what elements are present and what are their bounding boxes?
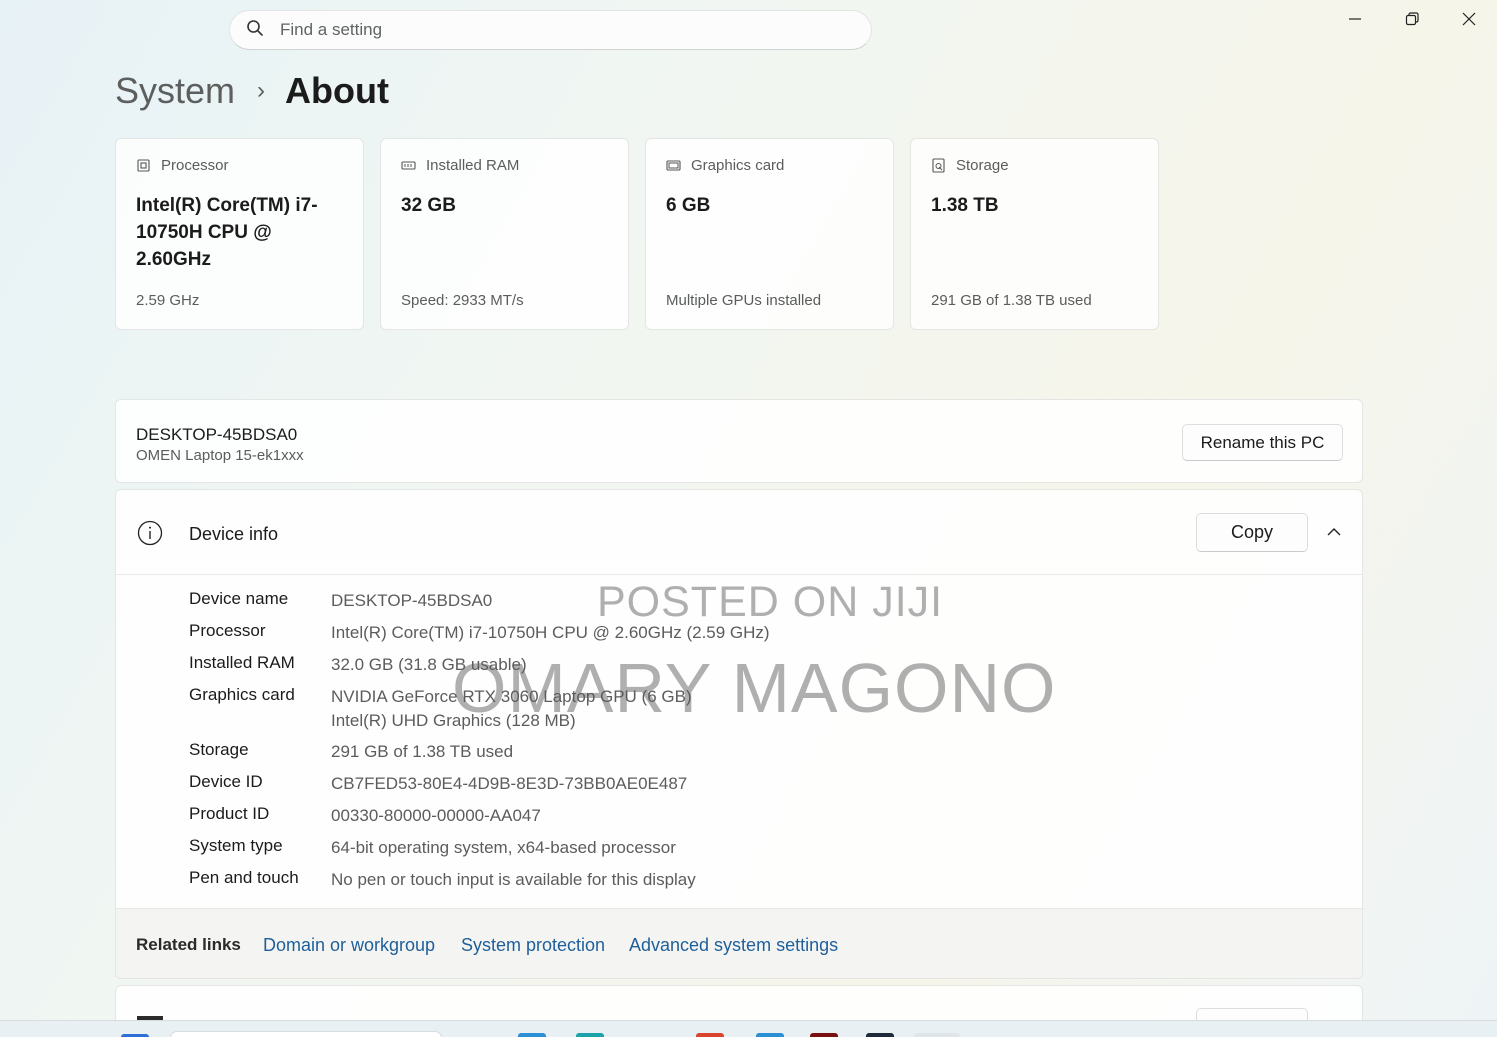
domain-workgroup-link[interactable]: Domain or workgroup — [263, 935, 435, 956]
processor-card-sub: 2.59 GHz — [136, 292, 200, 309]
graphics-card-title: Graphics card — [691, 157, 785, 174]
search-icon — [246, 19, 264, 42]
close-button[interactable] — [1440, 0, 1497, 38]
graphics-card-icon — [666, 160, 681, 171]
minimize-button[interactable] — [1326, 0, 1383, 38]
breadcrumb-separator: › — [257, 77, 266, 104]
device-info-row: Graphics card NVIDIA GeForce RTX 3060 La… — [189, 685, 692, 733]
ram-card: Installed RAM 32 GB Speed: 2933 MT/s — [380, 138, 629, 330]
row-value: 291 GB of 1.38 TB used — [331, 742, 514, 761]
ram-card-sub: Speed: 2933 MT/s — [401, 292, 524, 309]
app-icon[interactable] — [756, 1033, 784, 1037]
row-key: Product ID — [189, 804, 270, 823]
restore-icon — [1405, 12, 1419, 26]
row-key: System type — [189, 836, 283, 855]
pc-model: OMEN Laptop 15-ek1xxx — [136, 447, 304, 464]
minimize-icon — [1348, 18, 1361, 20]
processor-card: Processor Intel(R) Core(TM) i7-10750H CP… — [115, 138, 364, 330]
device-info-row: Product ID 00330-80000-00000-AA047 — [189, 804, 541, 828]
app-icon[interactable] — [518, 1033, 546, 1037]
restore-button[interactable] — [1383, 0, 1440, 38]
row-value: 64-bit operating system, x64-based proce… — [331, 838, 676, 857]
storage-icon — [932, 158, 945, 173]
storage-card-sub: 291 GB of 1.38 TB used — [931, 292, 1092, 309]
device-info-row: System type 64-bit operating system, x64… — [189, 836, 676, 860]
ram-icon — [401, 161, 416, 170]
storage-card: Storage 1.38 TB 291 GB of 1.38 TB used — [910, 138, 1159, 330]
row-key: Pen and touch — [189, 868, 299, 887]
row-value: 32.0 GB (31.8 GB usable) — [331, 655, 527, 674]
graphics-card-value: 6 GB — [666, 195, 711, 216]
row-value: No pen or touch input is available for t… — [331, 870, 696, 889]
system-protection-link[interactable]: System protection — [461, 935, 605, 956]
processor-card-title: Processor — [161, 157, 229, 174]
device-info-row: Device ID CB7FED53-80E4-4D9B-8E3D-73BB0A… — [189, 772, 687, 796]
device-info-card: Device info Copy Device name DESKTOP-45B… — [115, 489, 1363, 979]
row-value: CB7FED53-80E4-4D9B-8E3D-73BB0AE0E487 — [331, 774, 688, 793]
breadcrumb: System › About — [115, 70, 389, 112]
row-key: Device ID — [189, 772, 263, 791]
row-key: Installed RAM — [189, 653, 295, 672]
device-info-title: Device info — [189, 524, 279, 544]
taskbar-search[interactable] — [170, 1031, 442, 1037]
row-value: Intel(R) Core(TM) i7-10750H CPU @ 2.60GH… — [331, 623, 770, 642]
ram-card-title: Installed RAM — [426, 157, 520, 174]
rename-pc-button[interactable]: Rename this PC — [1182, 424, 1343, 461]
breadcrumb-system[interactable]: System — [115, 70, 235, 112]
close-icon — [1462, 12, 1475, 26]
processor-card-value: Intel(R) Core(TM) i7-10750H CPU @ 2.60GH… — [136, 195, 318, 270]
storage-card-value: 1.38 TB — [931, 195, 999, 216]
graphics-card: Graphics card 6 GB Multiple GPUs install… — [645, 138, 894, 330]
copy-button[interactable]: Copy — [1196, 513, 1308, 552]
pc-name-card: DESKTOP-45BDSA0 OMEN Laptop 15-ek1xxx Re… — [115, 399, 1363, 483]
search-input[interactable]: Find a setting — [280, 20, 382, 40]
taskbar — [0, 1020, 1497, 1037]
advanced-system-settings-link[interactable]: Advanced system settings — [629, 935, 838, 956]
related-links: Related links Domain or workgroup System… — [116, 908, 1362, 978]
page-title: About — [285, 70, 389, 111]
row-key: Storage — [189, 740, 249, 759]
search-box[interactable]: Find a setting — [229, 10, 872, 50]
settings-app-icon[interactable] — [914, 1033, 960, 1037]
related-links-label: Related links — [136, 935, 241, 954]
device-info-row: Storage 291 GB of 1.38 TB used — [189, 740, 513, 764]
device-info-row: Installed RAM 32.0 GB (31.8 GB usable) — [189, 653, 527, 677]
info-icon — [137, 520, 163, 546]
row-key: Device name — [189, 589, 289, 608]
chevron-up-icon[interactable] — [1326, 525, 1342, 539]
row-value: DESKTOP-45BDSA0 — [331, 591, 493, 610]
pc-name: DESKTOP-45BDSA0 — [136, 425, 298, 444]
row-value: NVIDIA GeForce RTX 3060 Laptop GPU (6 GB… — [331, 687, 692, 706]
app-icon[interactable] — [576, 1033, 604, 1037]
row-value-secondary: Intel(R) UHD Graphics (128 MB) — [331, 711, 576, 730]
ram-card-value: 32 GB — [401, 195, 456, 216]
device-info-row: Device name DESKTOP-45BDSA0 — [189, 589, 492, 613]
row-value: 00330-80000-00000-AA047 — [331, 806, 541, 825]
app-icon[interactable] — [866, 1033, 894, 1037]
row-key: Processor — [189, 621, 266, 640]
app-icon[interactable] — [696, 1033, 724, 1037]
device-info-row: Pen and touch No pen or touch input is a… — [189, 868, 696, 892]
processor-icon — [137, 159, 150, 172]
graphics-card-sub: Multiple GPUs installed — [666, 292, 822, 309]
storage-card-title: Storage — [956, 157, 1009, 174]
window-controls — [1326, 0, 1497, 38]
row-key: Graphics card — [189, 685, 295, 704]
device-info-row: Processor Intel(R) Core(TM) i7-10750H CP… — [189, 621, 770, 645]
app-icon[interactable] — [810, 1033, 838, 1037]
device-info-header[interactable]: Device info Copy — [116, 490, 1362, 575]
